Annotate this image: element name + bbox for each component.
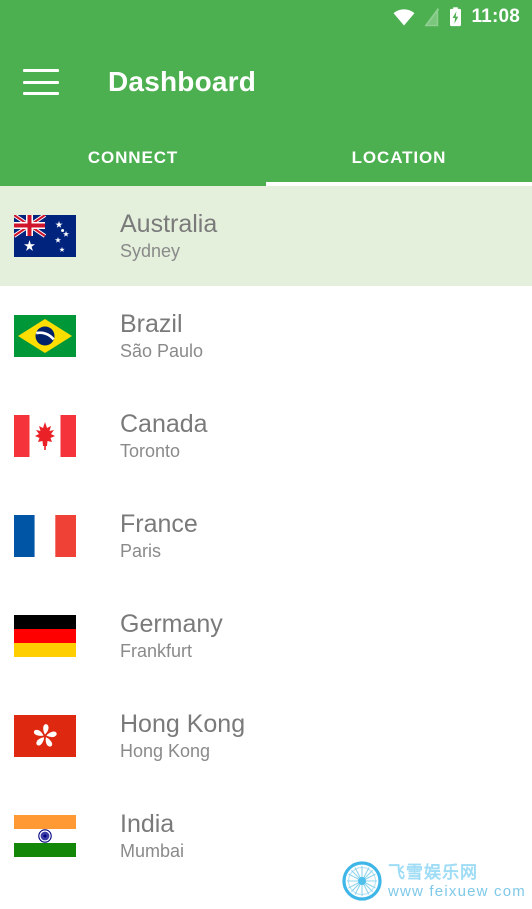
list-item[interactable]: Germany Frankfurt bbox=[0, 586, 532, 686]
list-item-city: Paris bbox=[120, 541, 162, 562]
flag-france bbox=[14, 515, 76, 557]
list-item[interactable]: France Paris bbox=[0, 486, 532, 586]
flag-canada bbox=[14, 415, 76, 457]
flag-wrap bbox=[14, 215, 76, 257]
flag-germany bbox=[14, 615, 76, 657]
list-item-country: France bbox=[120, 510, 198, 539]
list-item-country: Australia bbox=[120, 210, 218, 239]
tab-connect[interactable]: CONNECT bbox=[0, 130, 266, 186]
flag-wrap bbox=[14, 415, 76, 457]
list-item-city: São Paulo bbox=[120, 341, 204, 362]
status-bar: 11:08 bbox=[0, 0, 532, 34]
flag-brazil bbox=[14, 315, 76, 357]
list-item-country: Germany bbox=[120, 610, 223, 639]
list-item[interactable]: Brazil São Paulo bbox=[0, 286, 532, 386]
location-list: Australia Sydney Brazil São Paulo Canada… bbox=[0, 186, 532, 886]
flag-wrap bbox=[14, 515, 76, 557]
list-item-city: Frankfurt bbox=[120, 641, 193, 662]
flag-australia bbox=[14, 215, 76, 257]
menu-bar-2 bbox=[23, 80, 59, 84]
flag-wrap bbox=[14, 715, 76, 757]
flag-wrap bbox=[14, 815, 76, 857]
list-item-text: France Paris bbox=[120, 510, 198, 562]
menu-bar-3 bbox=[23, 92, 59, 95]
list-item[interactable]: Canada Toronto bbox=[0, 386, 532, 486]
tab-bar: CONNECT LOCATION bbox=[0, 130, 532, 186]
list-item-city: Hong Kong bbox=[120, 741, 211, 762]
list-item-city: Mumbai bbox=[120, 841, 185, 862]
wifi-icon bbox=[393, 8, 415, 26]
list-item[interactable]: Hong Kong Hong Kong bbox=[0, 686, 532, 786]
flag-india bbox=[14, 815, 76, 857]
list-item-text: Australia Sydney bbox=[120, 210, 217, 262]
list-item-country: Brazil bbox=[120, 310, 183, 339]
list-item-country: India bbox=[120, 810, 175, 839]
menu-bar-1 bbox=[23, 69, 59, 72]
list-item-country: Canada bbox=[120, 410, 208, 439]
app-root: 11:08 Dashboard CONNECT LOCATION Austral… bbox=[0, 0, 532, 909]
page-title: Dashboard bbox=[108, 66, 257, 97]
list-item-text: Hong Kong Hong Kong bbox=[120, 710, 245, 762]
flag-wrap bbox=[14, 315, 76, 357]
list-item-country: Hong Kong bbox=[120, 710, 246, 739]
flag-hong-kong bbox=[14, 715, 76, 757]
status-clock: 11:08 bbox=[471, 6, 520, 27]
signal-off-icon bbox=[424, 7, 440, 27]
list-item-text: Canada Toronto bbox=[120, 410, 208, 462]
list-item-city: Sydney bbox=[120, 241, 181, 262]
list-item-text: Germany Frankfurt bbox=[120, 610, 223, 662]
list-item[interactable]: India Mumbai bbox=[0, 786, 532, 886]
list-item-city: Toronto bbox=[120, 441, 181, 462]
hamburger-menu-icon[interactable] bbox=[23, 69, 59, 95]
tab-location[interactable]: LOCATION bbox=[266, 130, 532, 186]
battery-charging-icon bbox=[449, 7, 462, 27]
list-item-text: India Mumbai bbox=[120, 810, 184, 862]
list-item-text: Brazil São Paulo bbox=[120, 310, 203, 362]
app-bar: Dashboard bbox=[0, 34, 532, 130]
list-item[interactable]: Australia Sydney bbox=[0, 186, 532, 286]
flag-wrap bbox=[14, 615, 76, 657]
